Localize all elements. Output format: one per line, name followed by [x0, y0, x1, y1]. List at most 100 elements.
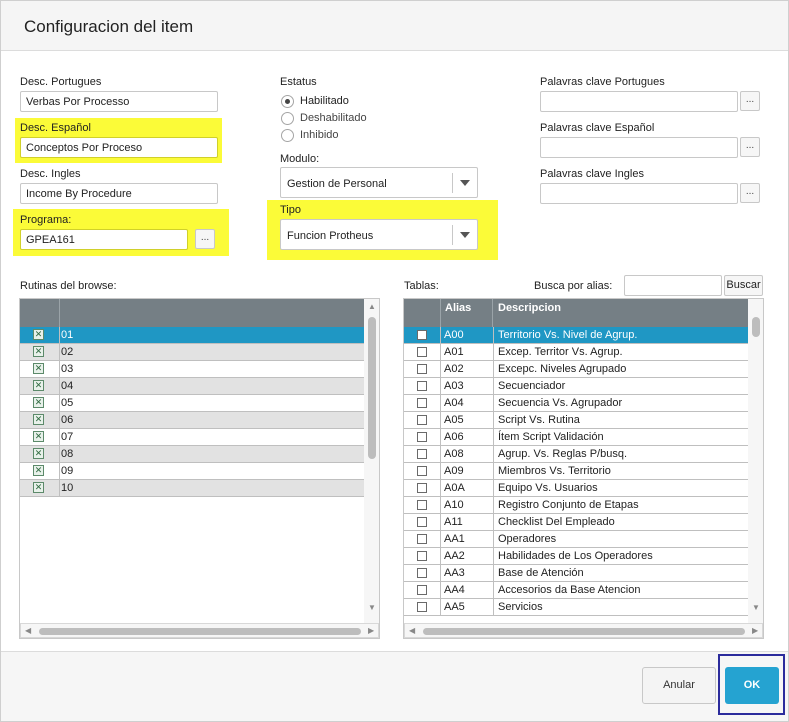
scroll-left-icon[interactable]: ◀: [409, 626, 415, 635]
checkbox[interactable]: [417, 449, 427, 459]
checkbox[interactable]: [417, 466, 427, 476]
modulo-select[interactable]: Gestion de Personal: [280, 167, 478, 198]
checkbox[interactable]: [417, 500, 427, 510]
descripcion-cell: Secuencia Vs. Agrupador: [498, 397, 623, 409]
table-row[interactable]: AA1 Operadores: [404, 531, 748, 548]
table-row[interactable]: ✕ 07: [20, 429, 364, 446]
cancel-button[interactable]: Anular: [642, 667, 716, 704]
column-divider: [440, 361, 441, 378]
tablas-hscroll-thumb[interactable]: [423, 628, 745, 635]
desc-portugues-input[interactable]: Verbas Por Processo: [20, 91, 218, 112]
table-row[interactable]: A09 Miembros Vs. Territorio: [404, 463, 748, 480]
table-row[interactable]: A0A Equipo Vs. Usuarios: [404, 480, 748, 497]
table-row[interactable]: ✕ 02: [20, 344, 364, 361]
table-row[interactable]: ✕ 10: [20, 480, 364, 497]
table-row[interactable]: A00 Territorio Vs. Nivel de Agrup.: [404, 327, 748, 344]
radio-habilitado[interactable]: [281, 95, 294, 108]
scroll-down-icon[interactable]: ▼: [752, 603, 760, 612]
table-row[interactable]: AA3 Base de Atención: [404, 565, 748, 582]
column-divider: [493, 446, 494, 463]
checkbox[interactable]: ✕: [33, 465, 44, 476]
rutinas-hscroll-thumb[interactable]: [39, 628, 361, 635]
rutinas-hscrollbar[interactable]: ◀ ▶: [20, 623, 379, 638]
column-divider: [59, 395, 60, 412]
dialog-title: Configuracion del item: [24, 17, 194, 36]
table-row[interactable]: ✕ 06: [20, 412, 364, 429]
table-row[interactable]: A08 Agrup. Vs. Reglas P/busq.: [404, 446, 748, 463]
table-row[interactable]: AA2 Habilidades de Los Operadores: [404, 548, 748, 565]
rutinas-vscrollbar[interactable]: ▲ ▼: [364, 299, 379, 623]
checkbox[interactable]: [417, 602, 427, 612]
checkbox[interactable]: [417, 551, 427, 561]
scroll-up-icon[interactable]: ▲: [368, 302, 376, 311]
desc-ingles-input[interactable]: Income By Procedure: [20, 183, 218, 204]
checkbox[interactable]: [417, 364, 427, 374]
table-row[interactable]: ✕ 05: [20, 395, 364, 412]
checkbox[interactable]: ✕: [33, 414, 44, 425]
column-divider: [59, 327, 60, 344]
table-row[interactable]: AA5 Servicios: [404, 599, 748, 616]
table-row[interactable]: ✕ 01: [20, 327, 364, 344]
tablas-vscrollbar[interactable]: ▼: [748, 299, 763, 623]
checkbox[interactable]: ✕: [33, 482, 44, 493]
checkbox[interactable]: [417, 568, 427, 578]
checkbox[interactable]: ✕: [33, 448, 44, 459]
scroll-down-icon[interactable]: ▼: [368, 603, 376, 612]
checkbox[interactable]: ✕: [33, 346, 44, 357]
table-row[interactable]: A01 Excep. Territor Vs. Agrup.: [404, 344, 748, 361]
busca-alias-input[interactable]: [624, 275, 722, 296]
checkbox[interactable]: ✕: [33, 329, 44, 340]
table-row[interactable]: A05 Script Vs. Rutina: [404, 412, 748, 429]
kw-ingles-lookup-button[interactable]: ...: [740, 183, 760, 203]
checkbox[interactable]: [417, 483, 427, 493]
tablas-col-alias[interactable]: Alias: [440, 299, 476, 327]
radio-inhibido[interactable]: [281, 129, 294, 142]
routine-value: 07: [61, 431, 74, 443]
table-row[interactable]: ✕ 09: [20, 463, 364, 480]
checkbox[interactable]: [417, 585, 427, 595]
desc-espanol-input[interactable]: Conceptos Por Proceso: [20, 137, 218, 158]
tablas-vscroll-thumb[interactable]: [752, 317, 760, 337]
table-row[interactable]: A03 Secuenciador: [404, 378, 748, 395]
checkbox[interactable]: [417, 381, 427, 391]
desc-ingles-label: Desc. Ingles: [20, 168, 81, 180]
table-row[interactable]: A06 Ítem Script Validación: [404, 429, 748, 446]
checkbox[interactable]: [417, 534, 427, 544]
table-row[interactable]: A10 Registro Conjunto de Etapas: [404, 497, 748, 514]
buscar-button[interactable]: Buscar: [724, 275, 763, 296]
table-row[interactable]: A11 Checklist Del Empleado: [404, 514, 748, 531]
ok-button[interactable]: OK: [725, 667, 779, 704]
checkbox[interactable]: ✕: [33, 431, 44, 442]
checkbox[interactable]: [417, 517, 427, 527]
checkbox[interactable]: [417, 330, 427, 340]
checkbox[interactable]: ✕: [33, 397, 44, 408]
kw-portugues-lookup-button[interactable]: ...: [740, 91, 760, 111]
table-row[interactable]: ✕ 08: [20, 446, 364, 463]
kw-espanol-lookup-button[interactable]: ...: [740, 137, 760, 157]
checkbox[interactable]: [417, 432, 427, 442]
table-row[interactable]: A04 Secuencia Vs. Agrupador: [404, 395, 748, 412]
rutinas-vscroll-thumb[interactable]: [368, 317, 376, 459]
checkbox[interactable]: [417, 398, 427, 408]
kw-ingles-input[interactable]: [540, 183, 738, 204]
table-row[interactable]: ✕ 03: [20, 361, 364, 378]
checkbox[interactable]: ✕: [33, 363, 44, 374]
tablas-hscrollbar[interactable]: ◀ ▶: [404, 623, 763, 638]
table-row[interactable]: ✕ 04: [20, 378, 364, 395]
kw-espanol-input[interactable]: [540, 137, 738, 158]
checkbox[interactable]: [417, 415, 427, 425]
checkbox[interactable]: ✕: [33, 380, 44, 391]
table-row[interactable]: AA4 Accesorios da Base Atencion: [404, 582, 748, 599]
tablas-col-descripcion[interactable]: Descripcion: [493, 299, 566, 327]
programa-input[interactable]: GPEA161: [20, 229, 188, 250]
scroll-left-icon[interactable]: ◀: [25, 626, 31, 635]
table-row[interactable]: A02 Excepc. Niveles Agrupado: [404, 361, 748, 378]
checkbox[interactable]: [417, 347, 427, 357]
programa-lookup-button[interactable]: ...: [195, 229, 215, 249]
scroll-right-icon[interactable]: ▶: [752, 626, 758, 635]
tipo-select[interactable]: Funcion Protheus: [280, 219, 478, 250]
radio-deshabilitado[interactable]: [281, 112, 294, 125]
scroll-right-icon[interactable]: ▶: [368, 626, 374, 635]
kw-portugues-input[interactable]: [540, 91, 738, 112]
column-divider: [493, 565, 494, 582]
